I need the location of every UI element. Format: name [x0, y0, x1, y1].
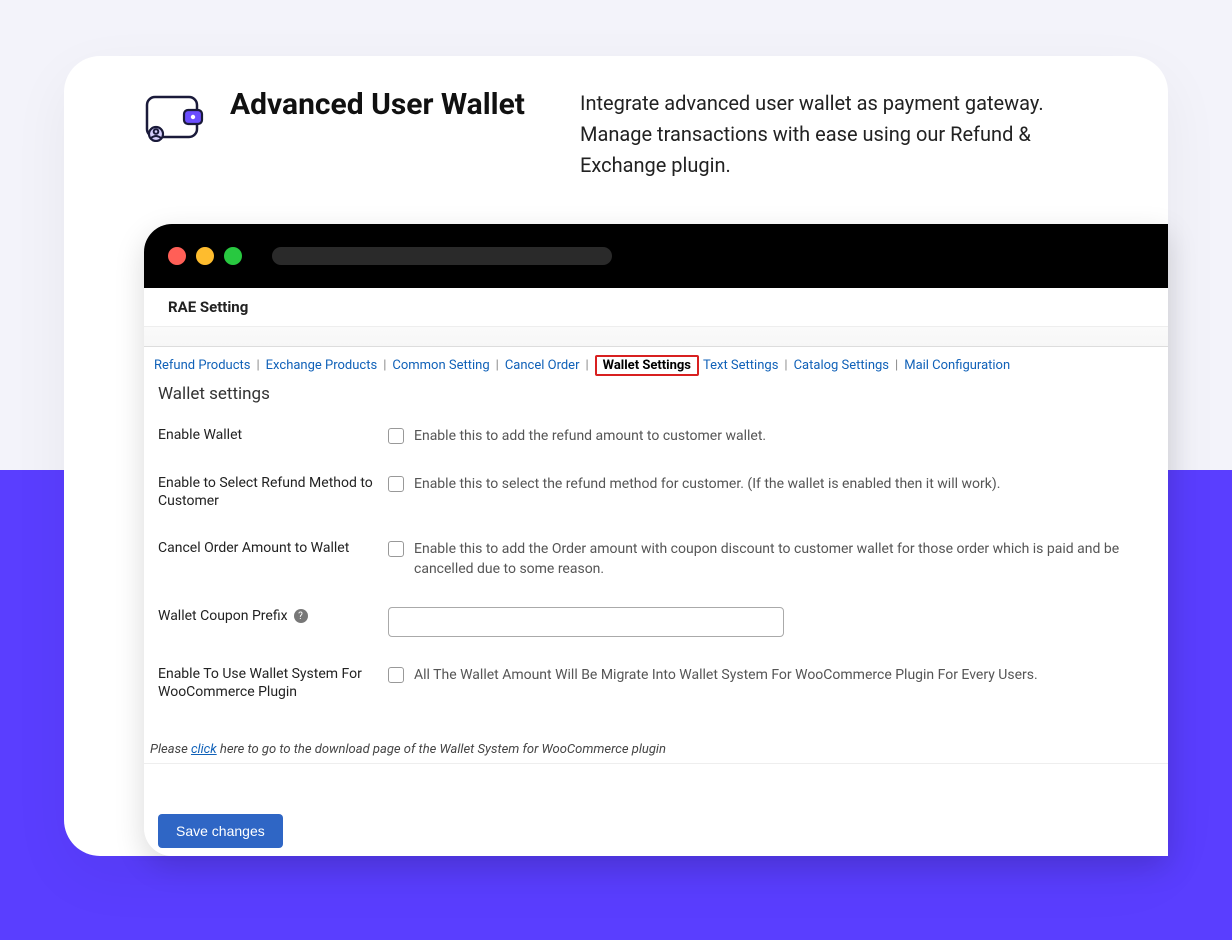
tab-exchange-products[interactable]: Exchange Products — [266, 358, 378, 373]
tab-cancel-order[interactable]: Cancel Order — [505, 358, 580, 373]
download-note: Please click here to go to the download … — [144, 736, 1168, 764]
tab-common-setting[interactable]: Common Setting — [392, 358, 489, 373]
hint-enable-wallet: Enable this to add the refund amount to … — [414, 426, 766, 446]
label-cancel-order-amount: Cancel Order Amount to Wallet — [158, 539, 388, 557]
help-icon[interactable]: ? — [294, 609, 308, 623]
tab-mail-configuration[interactable]: Mail Configuration — [904, 358, 1010, 373]
save-button[interactable]: Save changes — [158, 814, 283, 848]
address-bar[interactable] — [272, 247, 612, 265]
checkbox-refund-method[interactable] — [388, 476, 404, 492]
checkbox-cancel-order-amount[interactable] — [388, 541, 404, 557]
section-title: Wallet settings — [144, 380, 1168, 408]
label-refund-method: Enable to Select Refund Method to Custom… — [158, 474, 388, 510]
tab-wallet-settings[interactable]: Wallet Settings — [595, 355, 699, 376]
input-coupon-prefix[interactable] — [388, 607, 784, 637]
download-link[interactable]: click — [191, 742, 217, 757]
page-title: RAE Setting — [144, 288, 1168, 327]
label-use-wallet-system: Enable To Use Wallet System For WooComme… — [158, 665, 388, 701]
browser-window: RAE Setting Refund Products | Exchange P… — [144, 224, 1168, 856]
checkbox-enable-wallet[interactable] — [388, 428, 404, 444]
tab-catalog-settings[interactable]: Catalog Settings — [794, 358, 889, 373]
tab-text-settings[interactable]: Text Settings — [703, 358, 778, 373]
label-coupon-prefix: Wallet Coupon Prefix — [158, 607, 288, 625]
hint-refund-method: Enable this to select the refund method … — [414, 474, 1000, 494]
checkbox-use-wallet-system[interactable] — [388, 667, 404, 683]
settings-tabs: Refund Products | Exchange Products | Co… — [144, 347, 1168, 380]
feature-description: Integrate advanced user wallet as paymen… — [580, 86, 1088, 181]
feature-card: Advanced User Wallet Integrate advanced … — [64, 56, 1168, 856]
wallet-icon — [144, 94, 206, 142]
admin-tabstrip — [144, 327, 1168, 347]
maximize-icon[interactable] — [224, 247, 242, 265]
hint-use-wallet-system: All The Wallet Amount Will Be Migrate In… — [414, 665, 1038, 685]
tab-refund-products[interactable]: Refund Products — [154, 358, 250, 373]
close-icon[interactable] — [168, 247, 186, 265]
feature-title: Advanced User Wallet — [230, 86, 525, 124]
minimize-icon[interactable] — [196, 247, 214, 265]
hint-cancel-order-amount: Enable this to add the Order amount with… — [414, 539, 1158, 580]
browser-titlebar — [144, 224, 1168, 288]
label-enable-wallet: Enable Wallet — [158, 426, 388, 444]
